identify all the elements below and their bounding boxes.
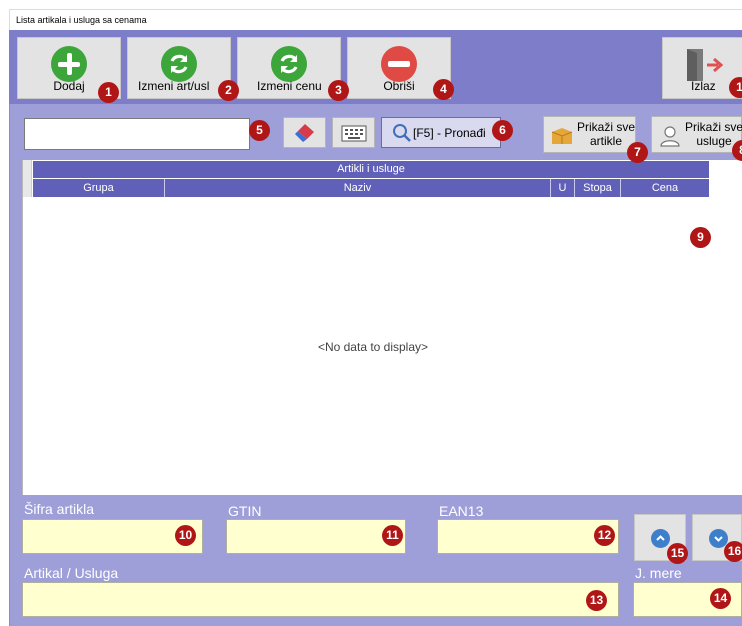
sku-label: Šifra artikla — [24, 501, 95, 517]
edit-price-button[interactable]: Izmeni cenu — [237, 37, 341, 99]
find-button-label: [F5] - Pronađi — [413, 126, 486, 140]
plus-circle-icon — [51, 46, 87, 82]
keyboard-button[interactable] — [332, 117, 375, 148]
edit-item-button-label: Izmeni art/usl — [138, 79, 210, 93]
ean13-field[interactable] — [437, 519, 619, 554]
eraser-icon — [295, 124, 314, 142]
marker-12: 12 — [594, 525, 615, 546]
marker-6: 6 — [492, 120, 513, 141]
show-all-items-button[interactable]: Prikaži sve artikle — [543, 116, 636, 153]
chevron-up-icon — [651, 529, 670, 548]
show-all-services-button[interactable]: Prikaži sve usluge — [651, 116, 742, 153]
ean13-label: EAN13 — [439, 503, 484, 519]
keyboard-icon — [341, 125, 367, 142]
item-service-field[interactable] — [22, 582, 619, 617]
clear-search-button[interactable] — [283, 117, 326, 148]
marker-15: 15 — [667, 543, 688, 564]
marker-11: 11 — [382, 525, 403, 546]
item-service-label: Artikal / Usluga — [24, 565, 119, 581]
box-icon — [551, 128, 573, 144]
column-header-stopa[interactable]: Stopa — [575, 179, 621, 197]
find-button[interactable]: [F5] - Pronađi — [381, 117, 501, 148]
marker-7: 7 — [627, 142, 648, 163]
app-window: Lista artikala i usluga sa cenama Dodaj … — [0, 0, 742, 626]
unit-label: J. mere — [635, 565, 682, 581]
column-header-grupa[interactable]: Grupa — [33, 179, 165, 197]
gtin-field[interactable] — [226, 519, 406, 554]
refresh-icon — [271, 46, 307, 82]
marker-5: 5 — [249, 120, 270, 141]
marker-9: 9 — [690, 227, 711, 248]
grid-empty-text: <No data to display> — [317, 340, 429, 354]
refresh-icon — [161, 46, 197, 82]
user-icon — [660, 126, 680, 147]
grid-band-title: Artikli i usluge — [33, 161, 709, 178]
items-grid[interactable]: Artikli i usluge Grupa Naziv U Stopa Cen… — [22, 160, 742, 495]
minus-circle-icon — [381, 46, 417, 82]
search-input[interactable] — [24, 118, 250, 150]
marker-13: 13 — [586, 590, 607, 611]
show-all-items-label: Prikaži sve artikle — [576, 120, 635, 148]
column-header-u[interactable]: U — [551, 179, 575, 197]
marker-16: 16 — [724, 541, 742, 562]
gtin-label: GTIN — [228, 503, 262, 519]
edit-item-button[interactable]: Izmeni art/usl — [127, 37, 231, 99]
column-header-naziv[interactable]: Naziv — [165, 179, 551, 197]
magnifier-icon — [393, 124, 411, 142]
marker-4: 4 — [433, 79, 454, 100]
window-title: Lista artikala i usluga sa cenama — [9, 9, 742, 30]
marker-10: 10 — [175, 525, 196, 546]
column-header-cena[interactable]: Cena — [621, 179, 709, 197]
marker-2: 2 — [218, 80, 239, 101]
row-indicator — [23, 160, 32, 197]
exit-door-icon — [687, 49, 723, 81]
edit-price-button-label: Izmeni cenu — [257, 79, 322, 93]
marker-1: 1 — [98, 82, 119, 103]
marker-3: 3 — [328, 80, 349, 101]
marker-14: 14 — [710, 588, 731, 609]
